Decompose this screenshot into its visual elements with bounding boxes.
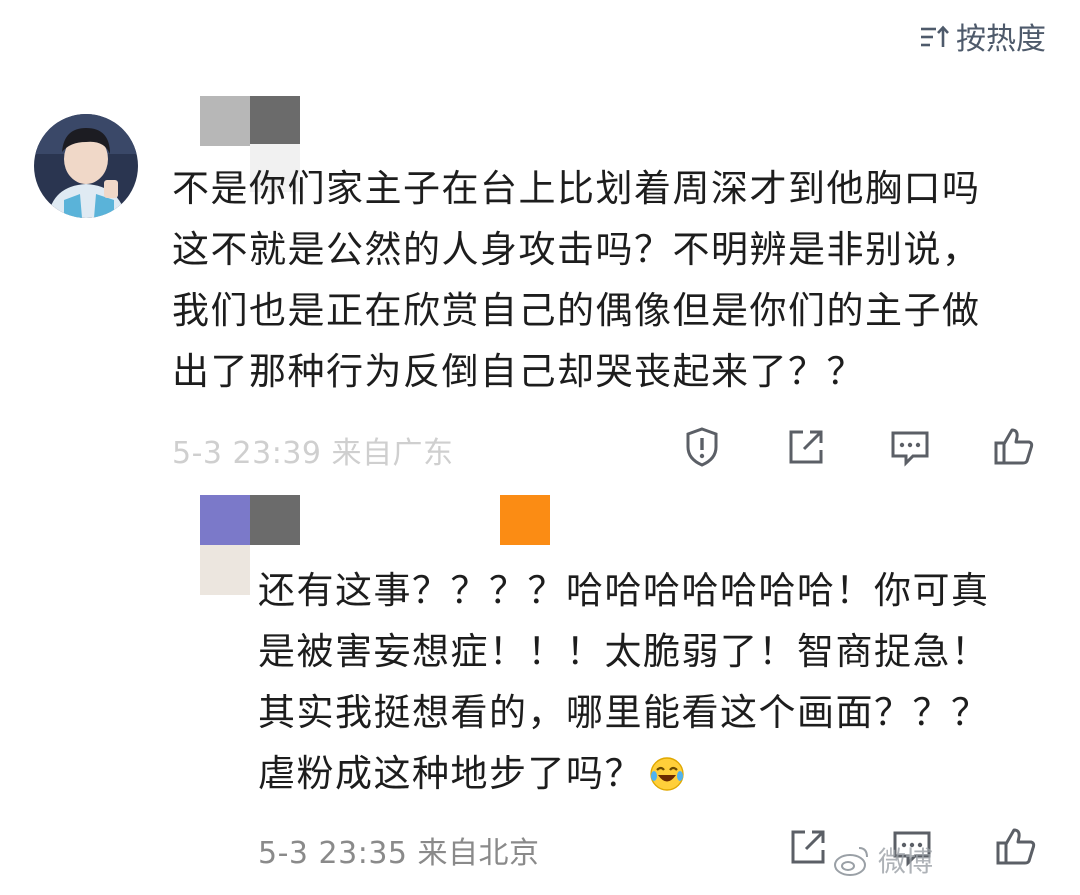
comment-line: 我们也是正在欣赏自己的偶像但是你们的主子做 — [172, 289, 981, 332]
watermark-text: 微博 — [878, 845, 933, 878]
watermark: 微博 — [832, 840, 933, 880]
reply-text: 还有这事？？？？哈哈哈哈哈哈哈！你可真 是被害妄想症！！！太脆弱了！智商捉急！ … — [258, 560, 990, 804]
comment-line-last: 虐粉成这种地步了吗？ — [258, 743, 990, 804]
comment-line: 还有这事？？？？哈哈哈哈哈哈哈！你可真 — [258, 569, 990, 612]
sort-label: 按热度 — [956, 22, 1046, 57]
comment-text: 不是你们家主子在台上比划着周深才到他胸口吗 这不就是公然的人身攻击吗？不明辨是非… — [172, 158, 981, 402]
comment-line: 虐粉成这种地步了吗？ — [258, 752, 643, 795]
comment-line: 其实我挺想看的，哪里能看这个画面？？？ — [258, 691, 990, 734]
share-icon[interactable] — [784, 425, 828, 469]
comment-line: 是被害妄想症！！！太脆弱了！智商捉急！ — [258, 630, 990, 673]
laughing-crying-emoji — [649, 749, 685, 791]
comment-line: 出了那种行为反倒自己却哭丧起来了？？ — [172, 350, 865, 393]
comment-line: 不是你们家主子在台上比划着周深才到他胸口吗 — [172, 167, 981, 210]
comment-line: 这不就是公然的人身攻击吗？不明辨是非别说， — [172, 228, 981, 271]
sort-icon — [920, 23, 950, 49]
reply-icon[interactable] — [888, 425, 932, 469]
comment-meta: 5-3 23:35 来自北京 — [258, 836, 540, 871]
like-icon[interactable] — [992, 425, 1036, 469]
like-icon[interactable] — [994, 825, 1038, 869]
report-icon[interactable] — [680, 425, 724, 469]
sort-by-hot-button[interactable]: 按热度 — [920, 16, 1046, 57]
comment-meta: 5-3 23:39 来自广东 — [172, 436, 454, 471]
avatar[interactable] — [34, 114, 138, 218]
weibo-logo-icon — [832, 840, 872, 880]
comment-actions — [680, 425, 1036, 469]
share-icon[interactable] — [786, 825, 830, 869]
